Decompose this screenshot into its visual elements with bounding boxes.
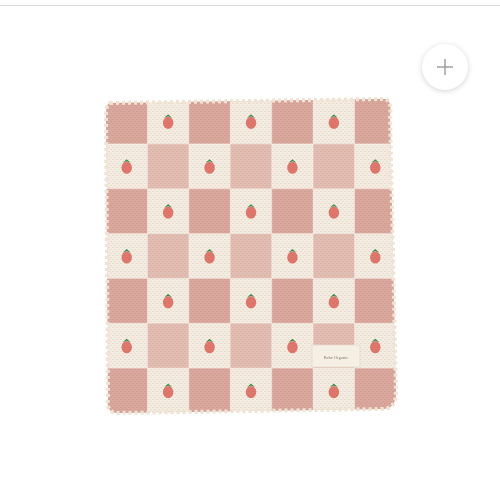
product-image[interactable]: Bebe Organic xyxy=(100,95,402,420)
zoom-button[interactable]: Zoom xyxy=(422,44,468,90)
top-divider xyxy=(0,5,500,6)
brand-label: Bebe Organic xyxy=(311,344,361,368)
blanket-illustration: Bebe Organic xyxy=(103,96,399,416)
brand-label-text: Bebe Organic xyxy=(324,355,349,360)
plus-icon xyxy=(437,59,453,75)
